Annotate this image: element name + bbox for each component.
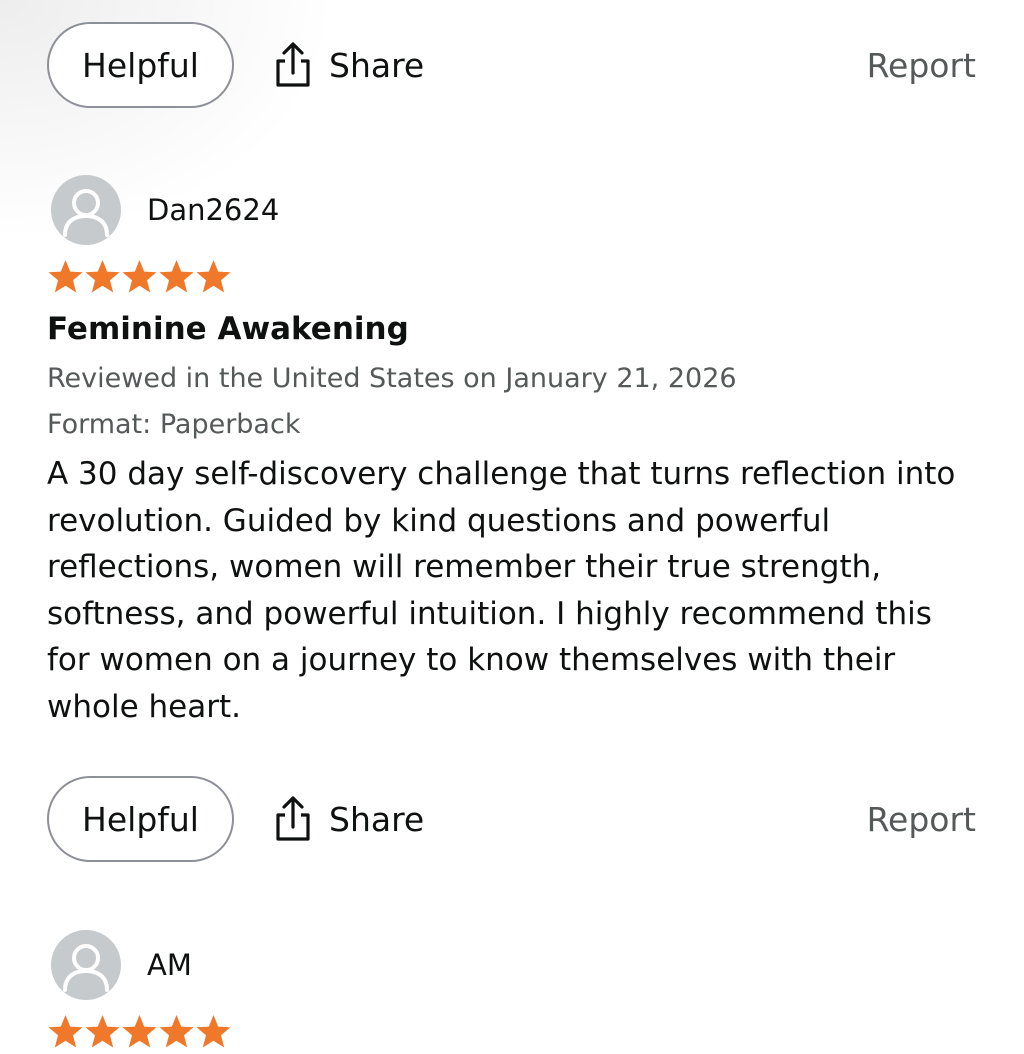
review-actions: Helpful Share Report [47,776,976,866]
review-date: Reviewed in the United States on January… [47,363,737,394]
share-label: Share [329,45,425,85]
star-rating [47,1014,232,1050]
star-rating [47,259,232,295]
share-icon [273,41,313,89]
star-icon [121,1014,158,1050]
reviewer-profile[interactable]: Dan2624 [51,175,279,245]
review-card: Dan2624 Feminine Awakening Reviewed in t… [47,175,976,735]
review-body: A 30 day self-discovery challenge that t… [47,456,956,725]
star-icon [158,259,195,295]
share-label: Share [329,799,425,839]
person-icon [51,175,121,245]
star-icon [195,259,232,295]
star-icon [84,259,121,295]
star-icon [47,1014,84,1050]
reviewer-profile[interactable]: AM [51,930,192,1000]
star-icon [195,1014,232,1050]
reviewer-name: Dan2624 [147,193,280,227]
share-icon [273,795,313,843]
star-icon [47,259,84,295]
star-icon [158,1014,195,1050]
review-actions-previous: Helpful Share Report [47,22,976,112]
share-button[interactable]: Share [273,22,424,108]
review-card: AM [47,930,976,1048]
helpful-button[interactable]: Helpful [47,776,234,862]
report-link[interactable]: Report [867,22,976,108]
review-format: Format: Paperback [47,409,301,440]
report-link[interactable]: Report [867,776,976,862]
person-icon [51,930,121,1000]
star-icon [121,259,158,295]
share-button[interactable]: Share [273,776,424,862]
helpful-button[interactable]: Helpful [47,22,234,108]
star-icon [84,1014,121,1050]
review-title[interactable]: Feminine Awakening [47,311,409,347]
reviewer-name: AM [147,948,192,982]
